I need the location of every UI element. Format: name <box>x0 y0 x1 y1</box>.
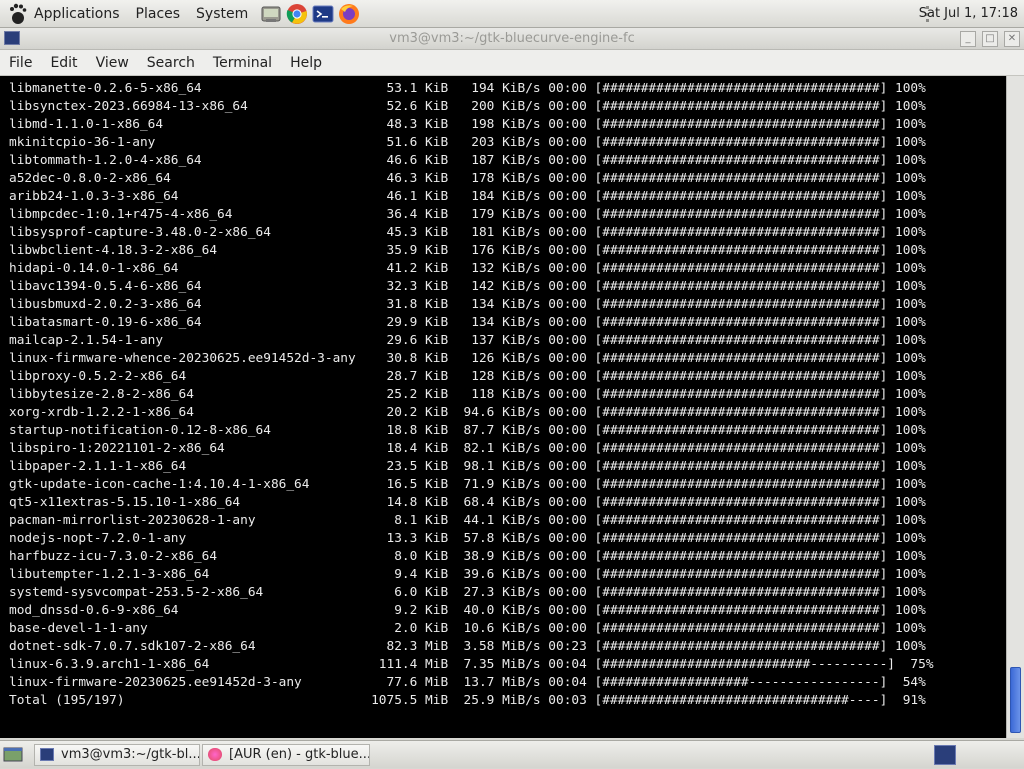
scrollbar[interactable] <box>1006 76 1024 738</box>
terminal-line: systemd-sysvcompat-253.5-2-x86_64 6.0 Ki… <box>9 585 926 600</box>
show-desktop-icon[interactable] <box>2 745 24 765</box>
tray-terminal-icon[interactable] <box>934 745 956 765</box>
terminal-line: xorg-xrdb-1.2.2-1-x86_64 20.2 KiB 94.6 K… <box>9 405 926 420</box>
task-label: vm3@vm3:~/gtk-bl... <box>61 747 200 762</box>
terminal-line: libatasmart-0.19-6-x86_64 29.9 KiB 134 K… <box>9 315 926 330</box>
terminal-icon <box>40 748 54 761</box>
menu-terminal[interactable]: Terminal <box>204 55 281 71</box>
applications-menu[interactable]: Applications <box>34 6 120 22</box>
terminal-line: startup-notification-0.12-8-x86_64 18.8 … <box>9 423 926 438</box>
terminal-line: linux-6.3.9.arch1-1-x86_64 111.4 MiB 7.3… <box>9 657 934 672</box>
terminal-line: aribb24-1.0.3-3-x86_64 46.1 KiB 184 KiB/… <box>9 189 926 204</box>
terminal-line: qt5-x11extras-5.15.10-1-x86_64 14.8 KiB … <box>9 495 926 510</box>
terminal-line: libutempter-1.2.1-3-x86_64 9.4 KiB 39.6 … <box>9 567 926 582</box>
terminal-line: libusbmuxd-2.0.2-3-x86_64 31.8 KiB 134 K… <box>9 297 926 312</box>
terminal-line: mailcap-2.1.54-1-any 29.6 KiB 137 KiB/s … <box>9 333 926 348</box>
menubar: File Edit View Search Terminal Help <box>0 50 1024 76</box>
taskbar-item-browser[interactable]: [AUR (en) - gtk-blue... <box>202 744 370 766</box>
top-panel: Applications Places System Sat Jul 1, 17… <box>0 0 1024 28</box>
minimize-button[interactable]: _ <box>960 31 976 47</box>
clock[interactable]: Sat Jul 1, 17:18 <box>919 0 1018 28</box>
terminal-line: harfbuzz-icu-7.3.0-2-x86_64 8.0 KiB 38.9… <box>9 549 926 564</box>
maximize-button[interactable]: □ <box>982 31 998 47</box>
terminal-line: libbytesize-2.8-2-x86_64 25.2 KiB 118 Ki… <box>9 387 926 402</box>
terminal-line: base-devel-1-1-any 2.0 KiB 10.6 KiB/s 00… <box>9 621 926 636</box>
browser-icon <box>208 748 222 761</box>
terminal-icon[interactable] <box>312 3 334 25</box>
task-label: [AUR (en) - gtk-blue... <box>229 747 370 762</box>
terminal-line: libmanette-0.2.6-5-x86_64 53.1 KiB 194 K… <box>9 81 926 96</box>
terminal-line: libsysprof-capture-3.48.0-2-x86_64 45.3 … <box>9 225 926 240</box>
terminal-line: libtommath-1.2.0-4-x86_64 46.6 KiB 187 K… <box>9 153 926 168</box>
terminal-line: mkinitcpio-36-1-any 51.6 KiB 203 KiB/s 0… <box>9 135 926 150</box>
terminal-line: libmpcdec-1:0.1+r475-4-x86_64 36.4 KiB 1… <box>9 207 926 222</box>
firefox-icon[interactable] <box>338 3 360 25</box>
terminal-line: hidapi-0.14.0-1-x86_64 41.2 KiB 132 KiB/… <box>9 261 926 276</box>
window-title: vm3@vm3:~/gtk-bluecurve-engine-fc <box>389 31 635 46</box>
chrome-icon[interactable] <box>286 3 308 25</box>
terminal-line: gtk-update-icon-cache-1:4.10.4-1-x86_64 … <box>9 477 926 492</box>
terminal-line: libproxy-0.5.2-2-x86_64 28.7 KiB 128 KiB… <box>9 369 926 384</box>
terminal-line: libspiro-1:20221101-2-x86_64 18.4 KiB 82… <box>9 441 926 456</box>
terminal-line: pacman-mirrorlist-20230628-1-any 8.1 KiB… <box>9 513 926 528</box>
menu-edit[interactable]: Edit <box>41 55 86 71</box>
terminal-line: libsynctex-2023.66984-13-x86_64 52.6 KiB… <box>9 99 926 114</box>
bottom-panel: vm3@vm3:~/gtk-bl... [AUR (en) - gtk-blue… <box>0 740 1024 768</box>
system-menu[interactable]: System <box>196 6 248 22</box>
close-button[interactable]: ✕ <box>1004 31 1020 47</box>
menu-search[interactable]: Search <box>138 55 204 71</box>
terminal-line: linux-firmware-20230625.ee91452d-3-any 7… <box>9 675 926 690</box>
terminal-line: libpaper-2.1.1-1-x86_64 23.5 KiB 98.1 Ki… <box>9 459 926 474</box>
menu-help[interactable]: Help <box>281 55 331 71</box>
terminal-line: libmd-1.1.0-1-x86_64 48.3 KiB 198 KiB/s … <box>9 117 926 132</box>
terminal-text: libmanette-0.2.6-5-x86_64 53.1 KiB 194 K… <box>0 76 1006 710</box>
scroll-thumb[interactable] <box>1010 667 1021 733</box>
gnome-foot-icon[interactable] <box>8 3 28 25</box>
terminal-window: vm3@vm3:~/gtk-bluecurve-engine-fc _ □ ✕ … <box>0 28 1024 740</box>
terminal-line: linux-firmware-whence-20230625.ee91452d-… <box>9 351 926 366</box>
window-titlebar[interactable]: vm3@vm3:~/gtk-bluecurve-engine-fc _ □ ✕ <box>0 28 1024 50</box>
terminal-line: Total (195/197) 1075.5 MiB 25.9 MiB/s 00… <box>9 693 926 708</box>
places-menu[interactable]: Places <box>136 6 181 22</box>
menu-file[interactable]: File <box>0 55 41 71</box>
terminal-line: nodejs-nopt-7.2.0-1-any 13.3 KiB 57.8 Ki… <box>9 531 926 546</box>
terminal-line: dotnet-sdk-7.0.7.sdk107-2-x86_64 82.3 Mi… <box>9 639 926 654</box>
terminal-line: libavc1394-0.5.4-6-x86_64 32.3 KiB 142 K… <box>9 279 926 294</box>
menu-view[interactable]: View <box>87 55 138 71</box>
system-monitor-icon[interactable] <box>260 3 282 25</box>
taskbar-item-terminal[interactable]: vm3@vm3:~/gtk-bl... <box>34 744 200 766</box>
terminal-line: a52dec-0.8.0-2-x86_64 46.3 KiB 178 KiB/s… <box>9 171 926 186</box>
terminal-output[interactable]: libmanette-0.2.6-5-x86_64 53.1 KiB 194 K… <box>0 76 1006 738</box>
terminal-line: libwbclient-4.18.3-2-x86_64 35.9 KiB 176… <box>9 243 926 258</box>
terminal-line: mod_dnssd-0.6-9-x86_64 9.2 KiB 40.0 KiB/… <box>9 603 926 618</box>
